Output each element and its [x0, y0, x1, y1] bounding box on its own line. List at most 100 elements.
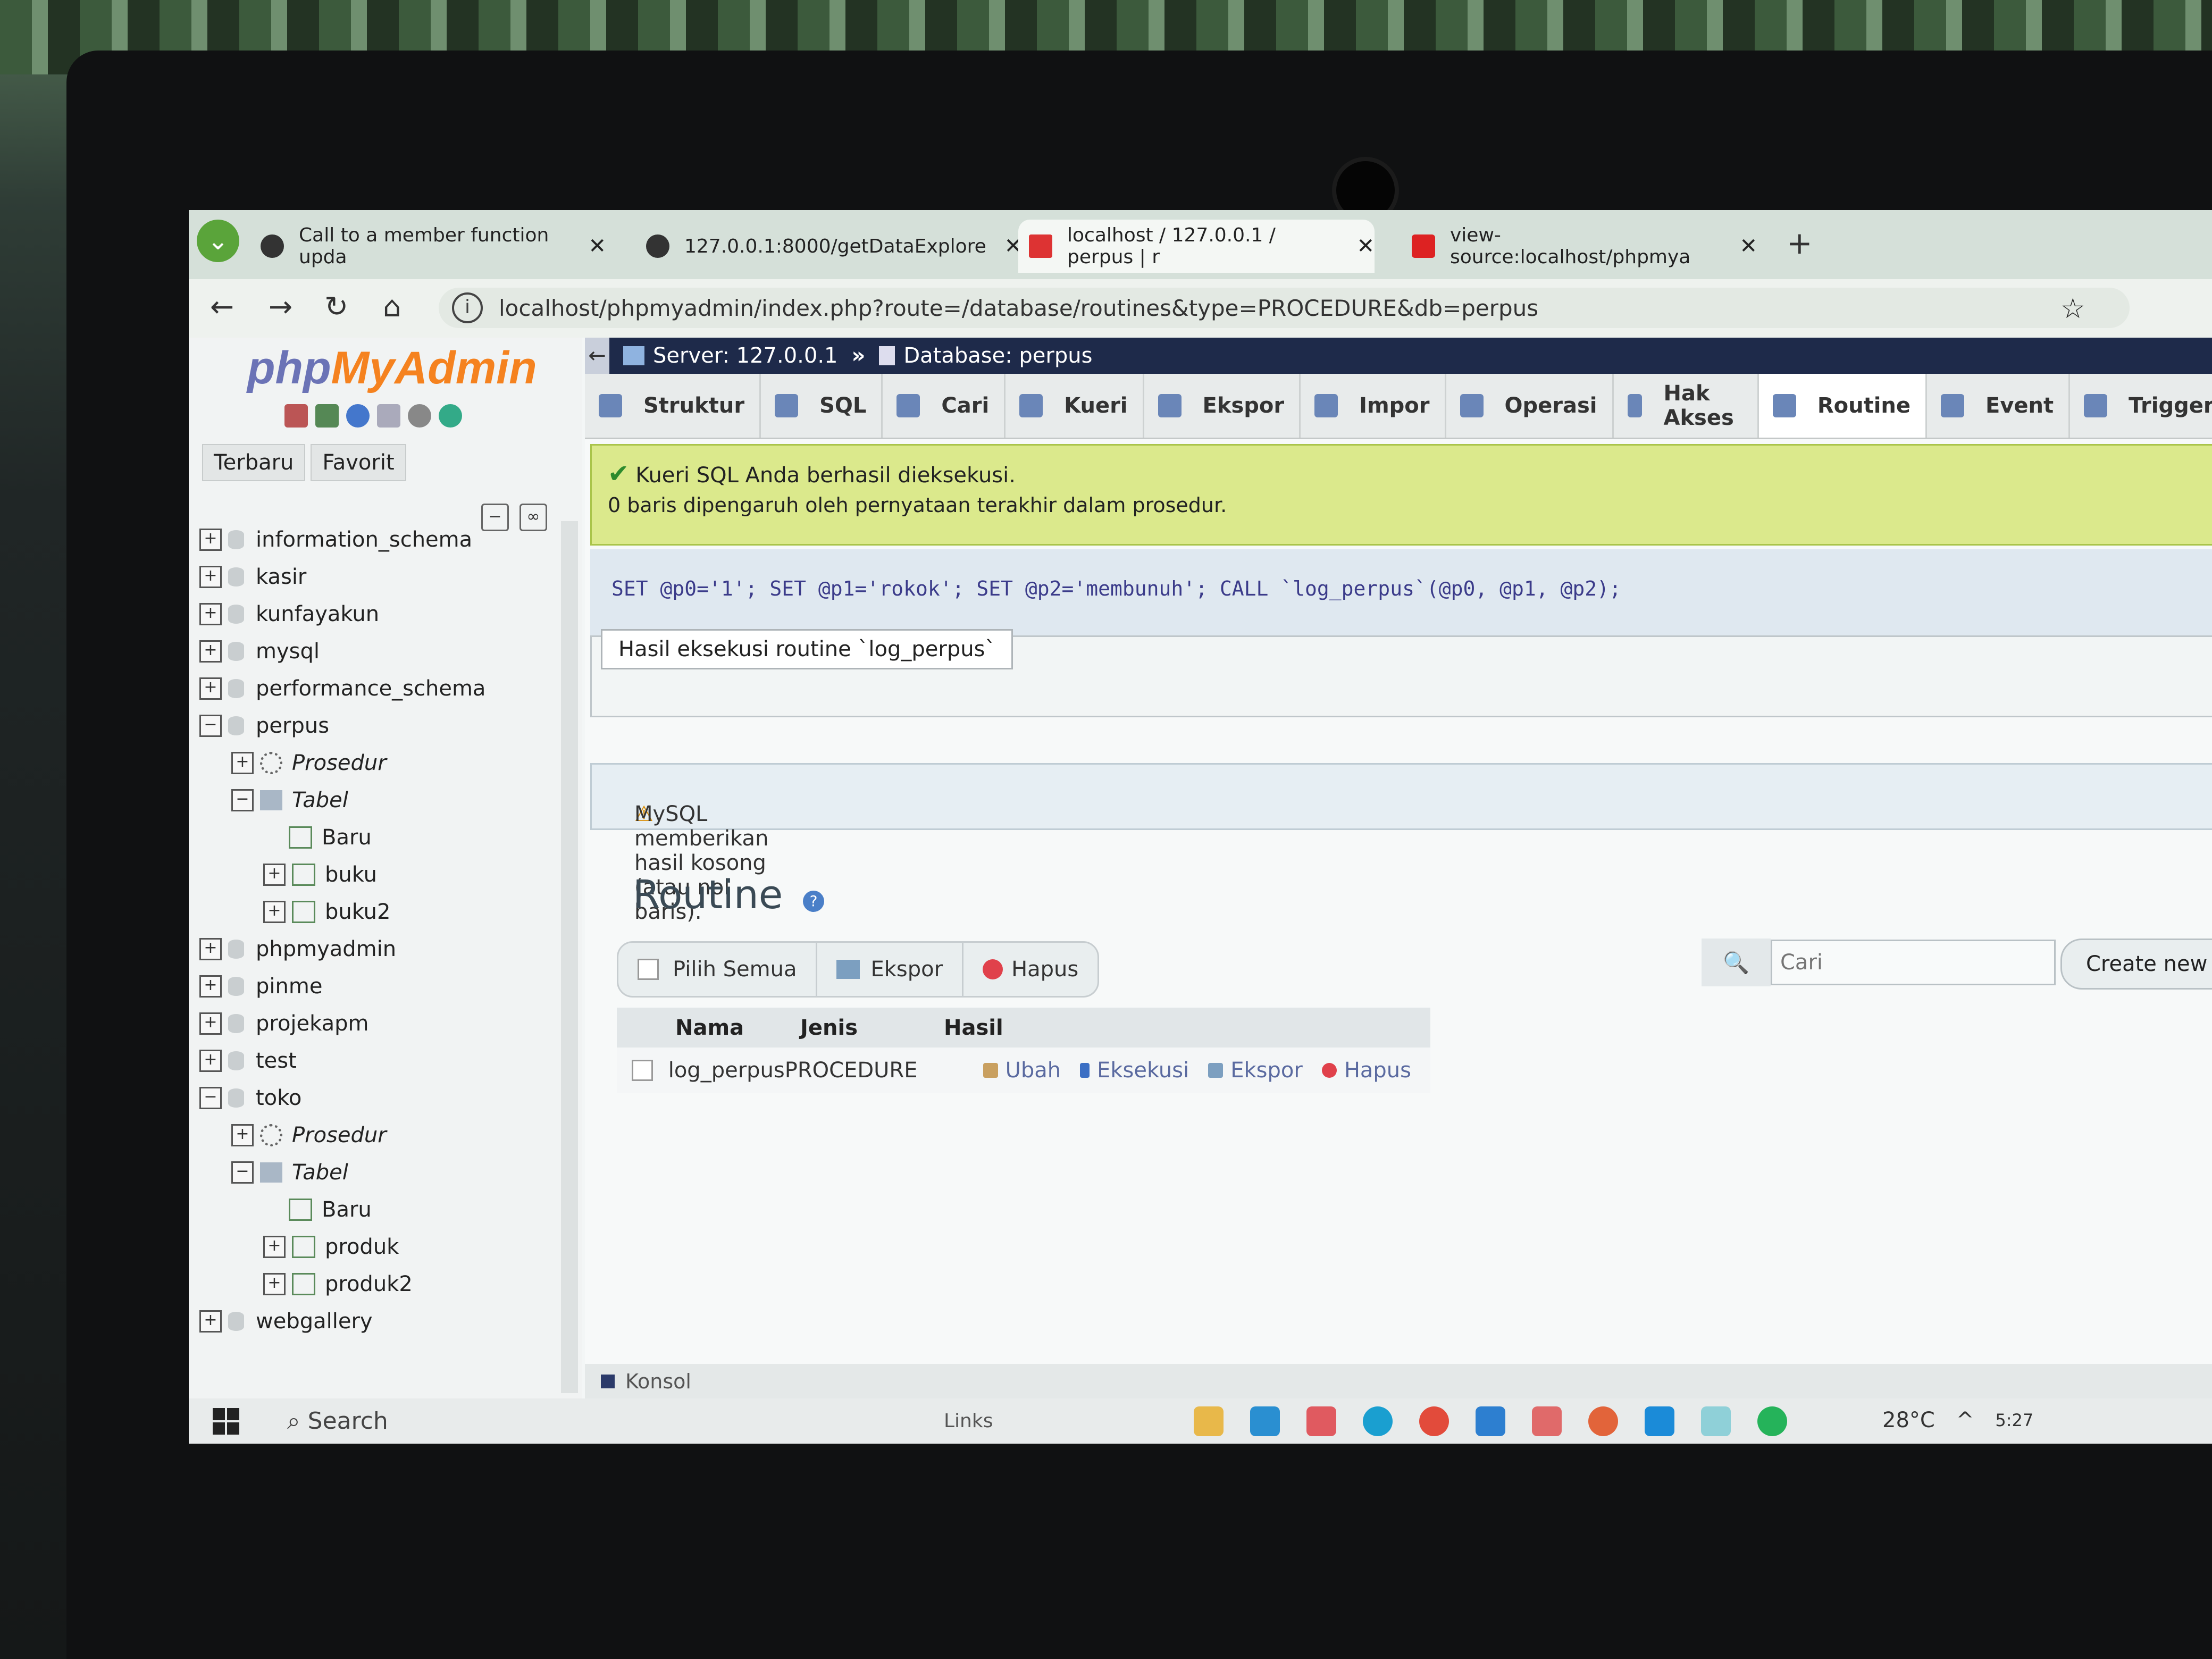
tree-item[interactable]: + information_schema	[199, 521, 572, 558]
browser-tab-1[interactable]: Call to a member function upda ✕	[261, 220, 606, 273]
expand-icon[interactable]: +	[231, 752, 254, 774]
expand-icon[interactable]: +	[231, 1124, 254, 1146]
tree-item[interactable]: + buku	[199, 856, 572, 893]
expand-icon[interactable]: +	[199, 975, 222, 998]
mail-icon[interactable]	[1250, 1406, 1280, 1436]
profile-chevron-icon[interactable]: ⌄	[197, 220, 239, 262]
tree-item[interactable]: + webgallery	[199, 1303, 572, 1340]
bulk-export-button[interactable]: Ekspor	[817, 943, 964, 996]
row-checkbox[interactable]	[632, 1059, 653, 1081]
tree-item[interactable]: − toko	[199, 1079, 572, 1117]
windows-start-icon[interactable]	[213, 1407, 239, 1435]
bulk-delete-button[interactable]: Hapus	[963, 943, 1097, 996]
expand-icon[interactable]: +	[199, 529, 222, 551]
expand-icon[interactable]: +	[263, 1273, 286, 1295]
tree-item[interactable]: + mysql	[199, 633, 572, 670]
favorite-tab[interactable]: Favorit	[311, 444, 406, 481]
home-icon[interactable]: ⌂	[383, 290, 401, 323]
chrome-profile-icon[interactable]	[1588, 1406, 1618, 1436]
breadcrumb-server[interactable]: Server: 127.0.0.1	[653, 343, 838, 368]
reload-icon[interactable]: ↻	[324, 290, 348, 323]
execute-link[interactable]: Eksekusi	[1080, 1058, 1189, 1083]
help-icon[interactable]: ?	[803, 891, 824, 912]
collapse-nav-icon[interactable]: ←	[585, 338, 609, 374]
expand-icon[interactable]: +	[199, 1050, 222, 1072]
expand-icon[interactable]: +	[199, 566, 222, 588]
export-link[interactable]: Ekspor	[1208, 1058, 1303, 1083]
site-info-icon[interactable]: i	[452, 292, 483, 323]
bookmark-star-icon[interactable]: ☆	[2060, 293, 2085, 325]
collapse-icon[interactable]: −	[199, 1087, 222, 1109]
tree-item[interactable]: + produk2	[199, 1266, 572, 1303]
expand-icon[interactable]: +	[199, 938, 222, 960]
refresh-icon[interactable]	[439, 404, 462, 428]
tree-item[interactable]: + phpmyadmin	[199, 931, 572, 968]
nav-scrollbar[interactable]	[561, 521, 578, 1393]
tab-operasi[interactable]: Operasi	[1446, 374, 1614, 438]
tree-item[interactable]: − Tabel	[199, 782, 572, 819]
expand-icon[interactable]: +	[263, 1236, 286, 1258]
docs-icon[interactable]	[377, 404, 400, 428]
create-new-routine-button[interactable]: Create new	[2060, 939, 2212, 990]
edit-link[interactable]: Ubah	[983, 1058, 1061, 1083]
browser-tab-3-active[interactable]: localhost / 127.0.0.1 / perpus | r ✕	[1018, 220, 1375, 273]
tab-event[interactable]: Event	[1927, 374, 2071, 438]
new-tab-button[interactable]: +	[1787, 225, 1813, 261]
tree-item[interactable]: + kasir	[199, 558, 572, 596]
close-tab-icon[interactable]: ✕	[588, 234, 606, 258]
expand-icon[interactable]: +	[199, 677, 222, 700]
store-icon[interactable]	[1645, 1406, 1674, 1436]
expand-icon[interactable]: +	[199, 1012, 222, 1035]
expand-icon[interactable]: +	[263, 901, 286, 923]
tree-item[interactable]: − Tabel	[199, 1154, 572, 1191]
collapse-icon[interactable]: −	[199, 715, 222, 737]
tab-sql[interactable]: SQL	[761, 374, 883, 438]
forward-arrow-icon[interactable]: →	[269, 290, 292, 323]
home-icon[interactable]	[284, 404, 308, 428]
recent-tab[interactable]: Terbaru	[202, 444, 306, 481]
links-toolbar[interactable]: Links	[944, 1410, 993, 1432]
file-explorer-icon[interactable]	[1194, 1406, 1224, 1436]
edge-icon[interactable]	[1363, 1406, 1393, 1436]
tree-item[interactable]: Baru	[199, 819, 572, 856]
tab-impor[interactable]: Impor	[1301, 374, 1446, 438]
tab-hak-akses[interactable]: Hak Akses	[1614, 374, 1759, 438]
tab-routine[interactable]: Routine	[1758, 374, 1928, 438]
url-bar[interactable]: i localhost/phpmyadmin/index.php?route=/…	[439, 288, 2130, 328]
tree-item[interactable]: Baru	[199, 1191, 572, 1228]
tree-item[interactable]: + test	[199, 1042, 572, 1079]
logout-icon[interactable]	[315, 404, 339, 428]
select-all-button[interactable]: Pilih Semua	[618, 943, 818, 996]
select-all-checkbox[interactable]	[638, 959, 659, 980]
notepad-icon[interactable]	[1701, 1406, 1731, 1436]
chevron-up-icon[interactable]: ^	[1956, 1408, 1974, 1432]
search-input[interactable]	[1771, 940, 2056, 985]
browser-tab-2[interactable]: 127.0.0.1:8000/getDataExplore ✕	[646, 220, 1022, 273]
back-arrow-icon[interactable]: ←	[210, 290, 234, 323]
tab-struktur[interactable]: Struktur	[585, 374, 761, 438]
chrome-icon[interactable]	[1419, 1406, 1449, 1436]
phpmyadmin-logo[interactable]: phpMyAdmin	[247, 342, 537, 395]
tab-trigger[interactable]: Trigger	[2070, 374, 2212, 438]
collapse-icon[interactable]: −	[231, 789, 254, 811]
expand-icon[interactable]: +	[199, 603, 222, 625]
vscode-icon[interactable]	[1476, 1406, 1505, 1436]
whatsapp-icon[interactable]	[1757, 1406, 1787, 1436]
app-icon[interactable]	[1306, 1406, 1336, 1436]
tree-item[interactable]: + buku2	[199, 893, 572, 931]
tree-item[interactable]: − perpus	[199, 707, 572, 744]
close-tab-icon[interactable]: ✕	[1356, 234, 1375, 258]
console-bar[interactable]: Konsol	[585, 1364, 2212, 1398]
tab-cari[interactable]: Cari	[883, 374, 1006, 438]
expand-icon[interactable]: +	[263, 864, 286, 886]
close-tab-icon[interactable]: ✕	[1739, 234, 1757, 258]
expand-icon[interactable]: +	[199, 1310, 222, 1333]
tree-item[interactable]: + Prosedur	[199, 744, 572, 782]
collapse-icon[interactable]: −	[231, 1161, 254, 1184]
xampp-icon[interactable]	[1532, 1406, 1562, 1436]
taskbar-search[interactable]: ⌕ Search	[287, 1407, 388, 1435]
tab-kueri[interactable]: Kueri	[1006, 374, 1144, 438]
tree-item[interactable]: + pinme	[199, 968, 572, 1005]
breadcrumb-database[interactable]: Database: perpus	[903, 343, 1092, 368]
tab-ekspor[interactable]: Ekspor	[1144, 374, 1301, 438]
